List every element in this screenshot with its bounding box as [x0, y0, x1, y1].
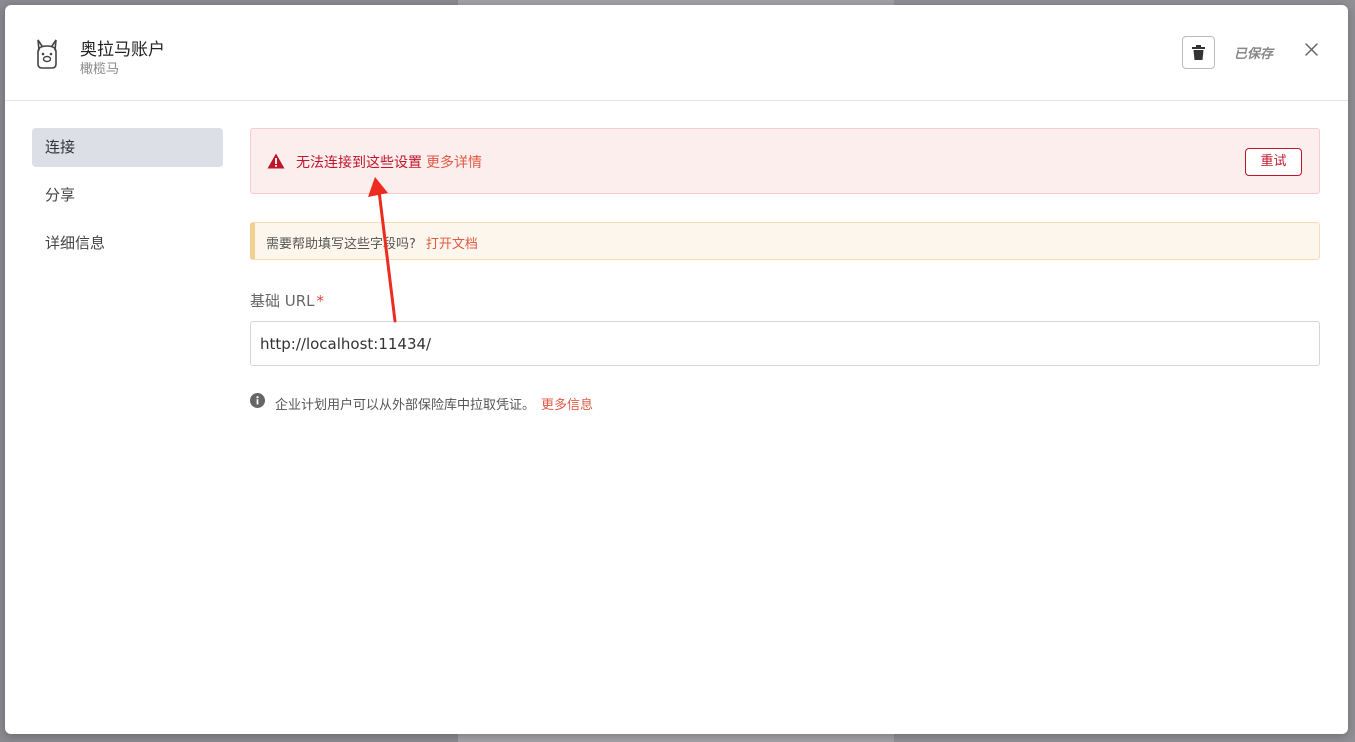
info-circle-icon	[250, 393, 265, 408]
saved-status: 已保存	[1234, 47, 1274, 62]
alert-message: 无法连接到这些设置 更多详情	[296, 152, 482, 172]
trash-icon	[1192, 45, 1205, 60]
sidebar-item-sharing[interactable]: 分享	[32, 176, 223, 215]
retry-button[interactable]: 重试	[1245, 148, 1302, 176]
vault-info-text: 企业计划用户可以从外部保险库中拉取凭证。 更多信息	[275, 394, 593, 413]
modal-title: 奥拉马账户	[80, 40, 165, 60]
required-marker: *	[316, 292, 325, 310]
close-icon	[1304, 42, 1318, 56]
account-settings-modal: 奥拉马账户 橄榄马 已保存 连接 分享 详细信息 无法连接到这些设置 更多详情 重…	[5, 5, 1348, 734]
sidebar-item-details[interactable]: 详细信息	[32, 224, 223, 263]
alert-message-text: 无法连接到这些设置	[296, 155, 422, 171]
modal-header: 奥拉马账户 橄榄马 已保存	[5, 5, 1348, 101]
connection-error-alert: 无法连接到这些设置 更多详情 重试	[250, 128, 1320, 194]
help-text-line: 需要帮助填写这些字段吗? 打开文档	[266, 233, 478, 252]
help-text: 需要帮助填写这些字段吗?	[266, 237, 416, 252]
base-url-label-text: 基础 URL	[250, 292, 315, 310]
vault-info-message: 企业计划用户可以从外部保险库中拉取凭证。	[275, 398, 536, 413]
base-url-input[interactable]	[250, 321, 1320, 366]
modal-subtitle: 橄榄马	[80, 62, 120, 77]
delete-button[interactable]	[1182, 36, 1215, 69]
base-url-label: 基础 URL *	[250, 290, 324, 311]
more-details-link[interactable]: 更多详情	[426, 155, 482, 171]
close-button[interactable]	[1301, 39, 1321, 59]
llama-icon	[37, 39, 57, 69]
warning-triangle-icon	[267, 153, 285, 169]
more-info-link[interactable]: 更多信息	[541, 398, 593, 413]
help-banner: 需要帮助填写这些字段吗? 打开文档	[250, 222, 1320, 260]
annotation-arrow	[368, 177, 397, 323]
sidebar-item-connection[interactable]: 连接	[32, 128, 223, 167]
open-docs-link[interactable]: 打开文档	[426, 237, 478, 252]
